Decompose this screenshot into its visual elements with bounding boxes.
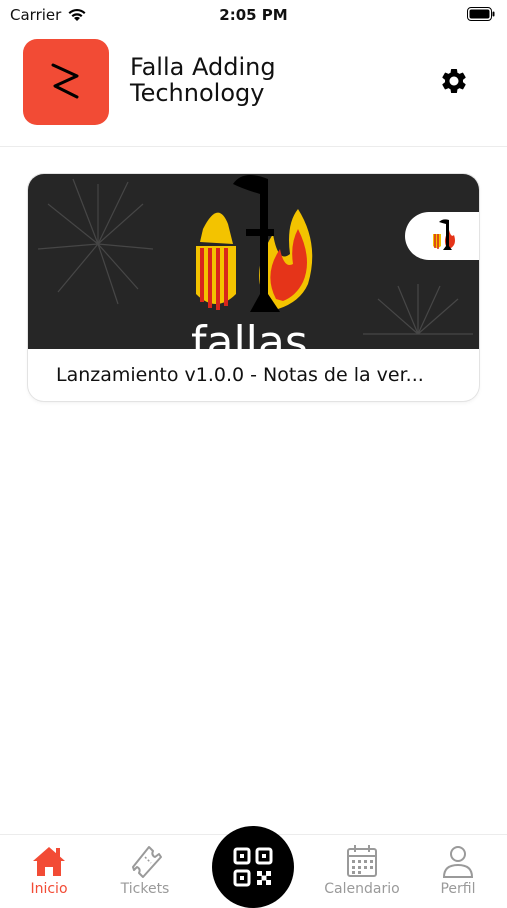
news-card[interactable]: fallas Lanzamiento v1.0.0 - Notas de la …	[28, 174, 479, 401]
tab-calendario-label: Calendario	[324, 881, 400, 897]
calendar-icon	[347, 845, 377, 877]
tab-tickets-label: Tickets	[120, 881, 170, 897]
tab-tickets[interactable]: Tickets	[100, 841, 190, 897]
status-bar: Carrier 2:05 PM	[0, 0, 507, 30]
battery-icon	[467, 7, 495, 21]
source-badge	[405, 212, 479, 260]
gear-icon[interactable]	[439, 66, 469, 96]
fallas-banner-image: fallas	[37, 175, 473, 349]
tab-calendario[interactable]: Calendario	[317, 841, 407, 897]
qr-code-icon	[233, 847, 273, 887]
ticket-icon	[132, 846, 162, 878]
tab-perfil[interactable]: Perfil	[413, 841, 503, 897]
banner-text: fallas	[191, 317, 308, 349]
person-icon	[442, 846, 474, 878]
card-title: Lanzamiento v1.0.0 - Notas de la ver...	[56, 364, 424, 386]
app-logo	[23, 39, 109, 125]
logo-mark-icon	[51, 63, 79, 99]
app-header: Falla Adding Technology	[0, 38, 507, 147]
qr-scan-button[interactable]	[212, 826, 294, 908]
tab-inicio[interactable]: Inicio	[4, 841, 94, 897]
status-time: 2:05 PM	[219, 6, 288, 24]
tab-perfil-label: Perfil	[440, 881, 476, 897]
app-name: Falla Adding Technology	[130, 53, 276, 107]
home-icon	[33, 847, 65, 876]
tab-inicio-label: Inicio	[30, 881, 68, 897]
card-image: fallas	[28, 174, 479, 349]
fallas-logo-icon	[433, 219, 455, 250]
